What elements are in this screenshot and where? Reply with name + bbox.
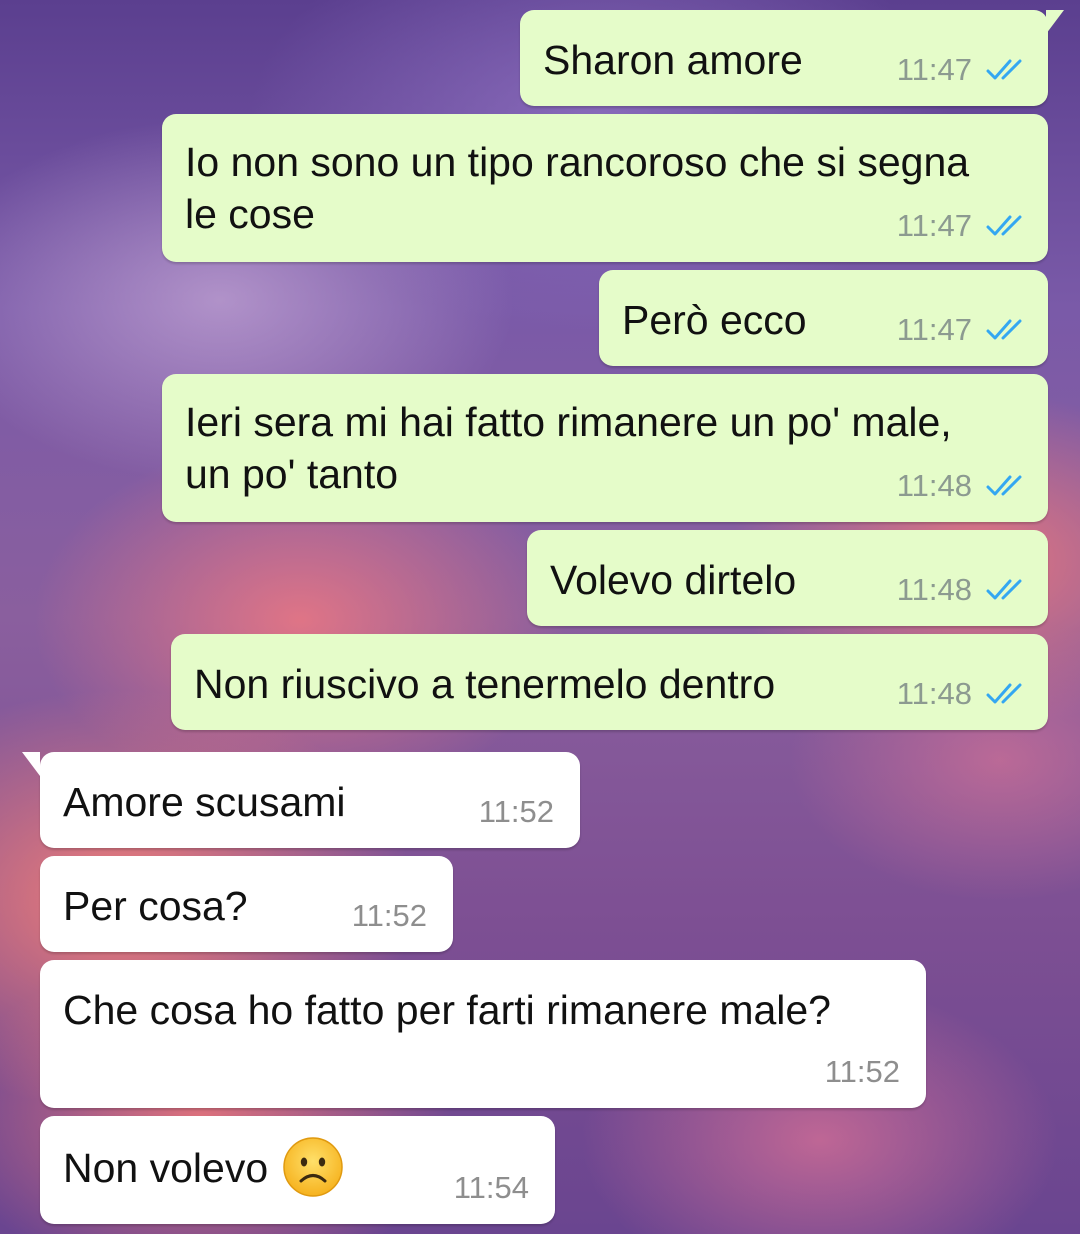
frowning-face-emoji-icon — [283, 1137, 343, 1197]
message-time: 11:48 — [896, 468, 972, 503]
message-meta: 11:47 — [897, 52, 1026, 88]
double-check-read-icon — [986, 579, 1022, 600]
message-line: Non volevo — [63, 1145, 269, 1191]
outgoing-message[interactable]: Non riuscivo a tenermelo dentro 11:48 — [171, 634, 1048, 730]
outgoing-message[interactable]: Io non sono un tipo rancoroso che si seg… — [162, 114, 1048, 262]
message-line: Io non sono un tipo rancoroso che si seg… — [185, 139, 970, 185]
double-check-read-icon — [986, 215, 1022, 236]
message-text: Non volevo — [63, 1137, 344, 1198]
message-text: Per cosa? — [63, 883, 248, 929]
message-time: 11:52 — [478, 794, 554, 829]
outgoing-message[interactable]: Sharon amore 11:47 — [520, 10, 1064, 106]
message-meta: 11:47 — [897, 312, 1026, 348]
incoming-message[interactable]: Amore scusami 11:52 — [22, 752, 580, 848]
bubble-tail — [22, 752, 40, 776]
message-text: Volevo dirtelo — [550, 557, 797, 603]
message-meta: 11:47 — [897, 208, 1026, 244]
message-line: le cose — [185, 191, 315, 237]
outgoing-message[interactable]: Però ecco 11:47 — [599, 270, 1048, 366]
message-meta: 11:48 — [897, 572, 1026, 608]
message-meta: 11:52 — [352, 898, 427, 934]
message-meta: 11:48 — [897, 468, 1026, 504]
outgoing-message[interactable]: Volevo dirtelo 11:48 — [527, 530, 1048, 626]
double-check-read-icon — [986, 59, 1022, 80]
message-line: Ieri sera mi hai fatto rimanere un po' m… — [185, 399, 952, 445]
double-check-read-icon — [986, 319, 1022, 340]
message-time: 11:47 — [896, 52, 972, 87]
message-meta: 11:48 — [897, 676, 1026, 712]
message-text: Io non sono un tipo rancoroso che si seg… — [185, 136, 969, 240]
message-text: Però ecco — [622, 297, 807, 343]
message-text: Non riuscivo a tenermelo dentro — [194, 661, 776, 707]
chat-conversation[interactable]: Sharon amore 11:47 Io non sono un tipo r… — [0, 0, 1080, 1234]
message-time: 11:52 — [824, 1054, 900, 1089]
message-time: 11:47 — [896, 312, 972, 347]
message-time: 11:48 — [896, 676, 972, 711]
message-meta: 11:54 — [454, 1170, 529, 1206]
message-time: 11:52 — [351, 898, 427, 933]
message-time: 11:54 — [453, 1170, 529, 1205]
incoming-message[interactable]: Per cosa? 11:52 — [40, 856, 453, 952]
double-check-read-icon — [986, 683, 1022, 704]
double-check-read-icon — [986, 475, 1022, 496]
message-time: 11:48 — [896, 572, 972, 607]
message-text: Sharon amore — [543, 37, 803, 83]
bubble-tail — [1046, 10, 1064, 34]
incoming-message[interactable]: Non volevo 11:54 — [40, 1116, 555, 1224]
message-time: 11:47 — [896, 208, 972, 243]
message-text: Amore scusami — [63, 779, 346, 825]
incoming-message[interactable]: Che cosa ho fatto per farti rimanere mal… — [40, 960, 926, 1108]
message-meta: 11:52 — [825, 1054, 900, 1090]
message-meta: 11:52 — [479, 794, 554, 830]
message-line: un po' tanto — [185, 451, 399, 497]
outgoing-message[interactable]: Ieri sera mi hai fatto rimanere un po' m… — [162, 374, 1048, 522]
message-text: Ieri sera mi hai fatto rimanere un po' m… — [185, 396, 952, 500]
message-text: Che cosa ho fatto per farti rimanere mal… — [63, 987, 831, 1033]
